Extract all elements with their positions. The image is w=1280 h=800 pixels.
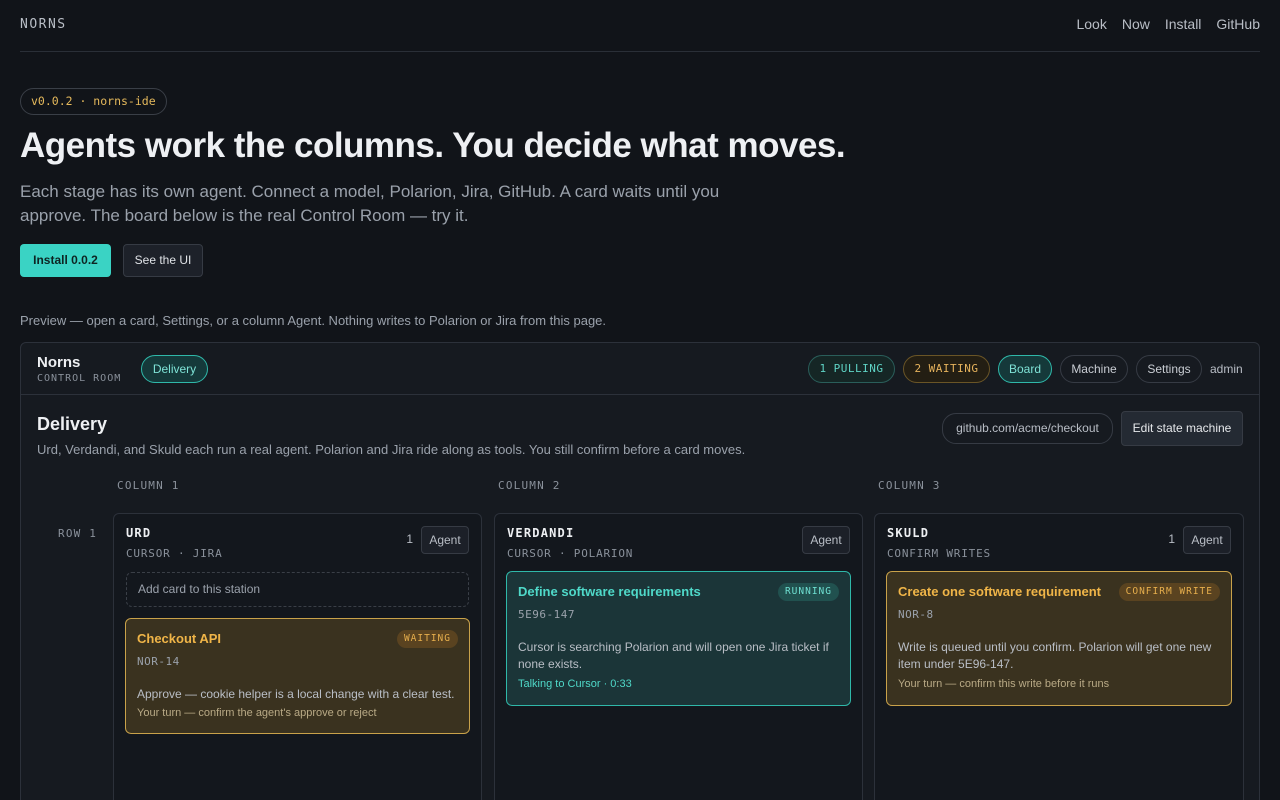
card-checkout-api[interactable]: Checkout API WAITING NOR-14 Approve — co… — [125, 618, 470, 734]
version-badge: v0.0.2 · norns-ide — [20, 88, 167, 115]
card-footer: Talking to Cursor · 0:33 — [518, 678, 632, 690]
preview-note: Preview — open a card, Settings, or a co… — [20, 313, 607, 328]
nav-links: Look Now Install GitHub — [1076, 16, 1260, 32]
tab-settings[interactable]: Settings — [1136, 355, 1202, 383]
card-body: Approve — cookie helper is a local chang… — [137, 687, 455, 701]
station-tools: CURSOR · JIRA — [126, 547, 223, 560]
card-footer: Your turn — confirm the agent's approve … — [137, 707, 377, 719]
station-card-count: 1 — [406, 532, 413, 546]
nav-link-github[interactable]: GitHub — [1216, 16, 1260, 32]
card-body: Write is queued until you confirm. Polar… — [898, 640, 1212, 671]
app-header: Norns CONTROL ROOM Delivery 1 PULLING 2 … — [21, 343, 1259, 395]
station-skuld: SKULD CONFIRM WRITES 1 Agent Create one … — [874, 513, 1244, 800]
status-badge: RUNNING — [777, 583, 839, 601]
app-subtitle: CONTROL ROOM — [37, 373, 122, 384]
agent-button[interactable]: Agent — [802, 526, 850, 554]
station-tools: CONFIRM WRITES — [887, 547, 991, 560]
card-id: NOR-8 — [898, 608, 934, 621]
edit-state-machine-button[interactable]: Edit state machine — [1121, 411, 1243, 446]
station-urd: URD CURSOR · JIRA 1 Agent Add card to th… — [113, 513, 482, 800]
control-room-preview: Norns CONTROL ROOM Delivery 1 PULLING 2 … — [20, 342, 1260, 800]
agent-button[interactable]: Agent — [1183, 526, 1231, 554]
station-name: URD — [126, 526, 152, 540]
add-card-button[interactable]: Add card to this station — [126, 572, 469, 607]
card-id: NOR-14 — [137, 655, 180, 668]
card-title: Define software requirements — [518, 584, 701, 599]
column-header-2: COLUMN 2 — [498, 479, 561, 492]
see-ui-button[interactable]: See the UI — [123, 244, 203, 277]
row-label: ROW 1 — [58, 527, 98, 540]
station-card-count: 1 — [1168, 532, 1175, 546]
card-title: Create one software requirement — [898, 584, 1102, 599]
waiting-status-badge[interactable]: 2 WAITING — [903, 355, 990, 383]
nav-link-now[interactable]: Now — [1122, 16, 1150, 32]
card-title: Checkout API — [137, 631, 222, 646]
column-header-3: COLUMN 3 — [878, 479, 941, 492]
card-body: Cursor is searching Polarion and will op… — [518, 640, 829, 671]
agent-button[interactable]: Agent — [421, 526, 469, 554]
page-description: Urd, Verdandi, and Skuld each run a real… — [37, 442, 746, 457]
station-name: VERDANDI — [507, 526, 575, 540]
hero-title: Agents work the columns. You decide what… — [20, 126, 846, 165]
station-verdandi: VERDANDI CURSOR · POLARION Agent Define … — [494, 513, 863, 800]
column-header-1: COLUMN 1 — [117, 479, 180, 492]
card-footer: Your turn — confirm this write before it… — [898, 678, 1110, 690]
station-tools: CURSOR · POLARION — [507, 547, 634, 560]
brand-logo[interactable]: NORNS — [20, 17, 67, 32]
card-id: 5E96-147 — [518, 608, 575, 621]
workspace-pill-delivery[interactable]: Delivery — [141, 355, 208, 383]
install-button[interactable]: Install 0.0.2 — [20, 244, 111, 277]
top-nav: NORNS Look Now Install GitHub — [20, 0, 1260, 52]
card-create-software-requirement[interactable]: Create one software requirement CONFIRM … — [886, 571, 1232, 706]
tab-machine[interactable]: Machine — [1060, 355, 1128, 383]
status-badge: WAITING — [396, 630, 458, 648]
card-define-software-requirements[interactable]: Define software requirements RUNNING 5E9… — [506, 571, 851, 706]
user-label[interactable]: admin — [1210, 362, 1243, 376]
repo-pill[interactable]: github.com/acme/checkout — [942, 413, 1113, 444]
pulling-status-badge[interactable]: 1 PULLING — [808, 355, 895, 383]
nav-link-look[interactable]: Look — [1076, 16, 1106, 32]
app-name: Norns — [37, 354, 81, 371]
nav-link-install[interactable]: Install — [1165, 16, 1202, 32]
page-title: Delivery — [37, 414, 108, 434]
tab-board[interactable]: Board — [998, 355, 1052, 383]
station-name: SKULD — [887, 526, 930, 540]
status-badge: CONFIRM WRITE — [1118, 583, 1220, 601]
hero-subtitle: Each stage has its own agent. Connect a … — [20, 182, 720, 225]
